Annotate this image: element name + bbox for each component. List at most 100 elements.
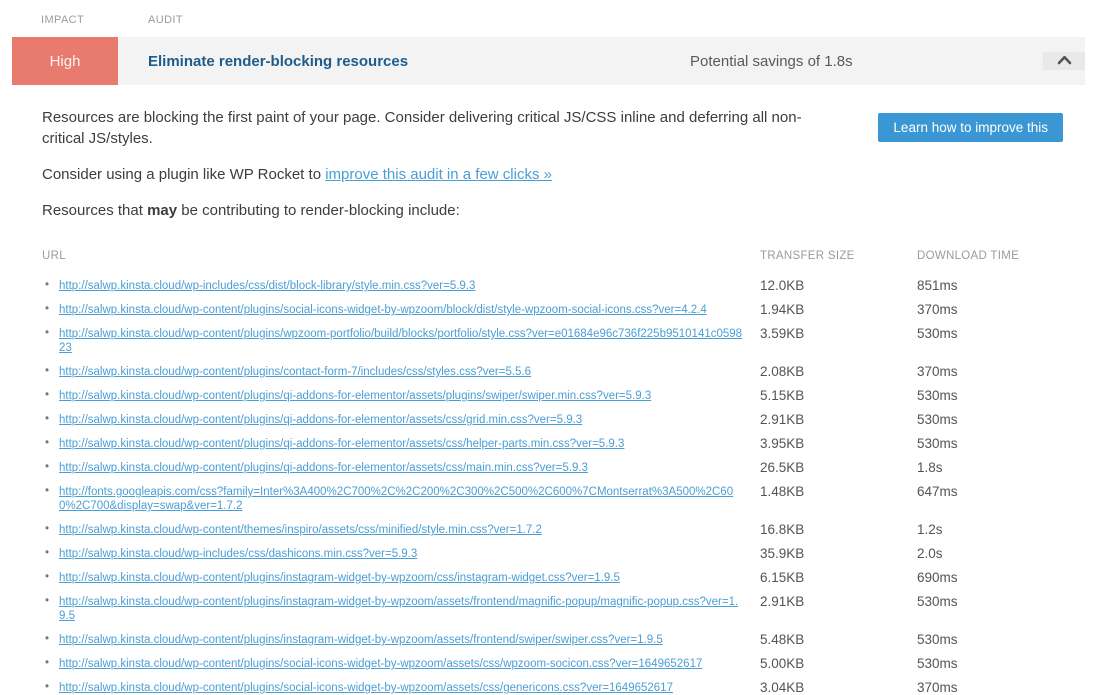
resources-intro-bold: may bbox=[147, 202, 177, 219]
resource-url-cell: http://salwp.kinsta.cloud/wp-content/plu… bbox=[42, 389, 747, 403]
resource-url-link[interactable]: http://salwp.kinsta.cloud/wp-content/plu… bbox=[59, 366, 531, 378]
impact-badge: High bbox=[12, 37, 118, 85]
resource-url-cell: http://salwp.kinsta.cloud/wp-content/plu… bbox=[42, 657, 747, 671]
table-row: http://salwp.kinsta.cloud/wp-content/plu… bbox=[42, 389, 1085, 403]
transfer-size-value: 5.48KB bbox=[760, 633, 917, 647]
resource-url-link[interactable]: http://salwp.kinsta.cloud/wp-content/plu… bbox=[59, 596, 738, 622]
resource-url-cell: http://salwp.kinsta.cloud/wp-content/plu… bbox=[42, 327, 747, 355]
table-row: http://salwp.kinsta.cloud/wp-content/plu… bbox=[42, 657, 1085, 671]
resource-table-body: http://salwp.kinsta.cloud/wp-includes/cs… bbox=[42, 279, 1085, 695]
table-row: http://salwp.kinsta.cloud/wp-content/plu… bbox=[42, 437, 1085, 451]
resource-url-cell: http://salwp.kinsta.cloud/wp-content/the… bbox=[42, 523, 747, 537]
resource-table-header: URL TRANSFER SIZE DOWNLOAD TIME bbox=[42, 250, 1085, 262]
table-row: http://fonts.googleapis.com/css?family=I… bbox=[42, 485, 1085, 513]
download-time-column-header: DOWNLOAD TIME bbox=[917, 250, 1085, 262]
resource-url-cell: http://salwp.kinsta.cloud/wp-includes/cs… bbox=[42, 547, 747, 561]
learn-how-button[interactable]: Learn how to improve this bbox=[878, 113, 1063, 142]
resource-url-link[interactable]: http://salwp.kinsta.cloud/wp-content/plu… bbox=[59, 390, 651, 402]
resource-url-link[interactable]: http://salwp.kinsta.cloud/wp-includes/cs… bbox=[59, 280, 475, 292]
resource-url-cell: http://salwp.kinsta.cloud/wp-content/plu… bbox=[42, 413, 747, 427]
resource-url-link[interactable]: http://fonts.googleapis.com/css?family=I… bbox=[59, 486, 733, 512]
audit-title: Eliminate render-blocking resources bbox=[148, 53, 690, 70]
download-time-value: 370ms bbox=[917, 681, 1085, 695]
resource-url-cell: http://salwp.kinsta.cloud/wp-content/plu… bbox=[42, 461, 747, 475]
table-row: http://salwp.kinsta.cloud/wp-content/plu… bbox=[42, 327, 1085, 355]
transfer-size-value: 26.5KB bbox=[760, 461, 917, 475]
transfer-size-value: 16.8KB bbox=[760, 523, 917, 537]
table-row: http://salwp.kinsta.cloud/wp-content/plu… bbox=[42, 413, 1085, 427]
transfer-size-value: 2.91KB bbox=[760, 413, 917, 427]
download-time-value: 530ms bbox=[917, 657, 1085, 671]
table-row: http://salwp.kinsta.cloud/wp-content/plu… bbox=[42, 595, 1085, 623]
table-row: http://salwp.kinsta.cloud/wp-content/plu… bbox=[42, 633, 1085, 647]
table-row: http://salwp.kinsta.cloud/wp-content/plu… bbox=[42, 303, 1085, 317]
transfer-size-value: 5.15KB bbox=[760, 389, 917, 403]
transfer-size-value: 1.48KB bbox=[760, 485, 917, 499]
impact-column-header: IMPACT bbox=[41, 14, 148, 26]
download-time-value: 647ms bbox=[917, 485, 1085, 499]
transfer-size-value: 3.59KB bbox=[760, 327, 917, 341]
transfer-size-value: 2.91KB bbox=[760, 595, 917, 609]
resource-url-link[interactable]: http://salwp.kinsta.cloud/wp-includes/cs… bbox=[59, 548, 417, 560]
download-time-value: 530ms bbox=[917, 437, 1085, 451]
audit-panel: IMPACT AUDIT High Eliminate render-block… bbox=[0, 0, 1100, 695]
resource-url-cell: http://salwp.kinsta.cloud/wp-content/plu… bbox=[42, 633, 747, 647]
resource-url-link[interactable]: http://salwp.kinsta.cloud/wp-content/the… bbox=[59, 524, 542, 536]
resource-url-link[interactable]: http://salwp.kinsta.cloud/wp-content/plu… bbox=[59, 414, 582, 426]
download-time-value: 370ms bbox=[917, 365, 1085, 379]
resources-intro: Resources that may be contributing to re… bbox=[42, 200, 1085, 221]
resource-url-cell: http://salwp.kinsta.cloud/wp-includes/cs… bbox=[42, 279, 747, 293]
potential-savings-label: Potential savings of 1.8s bbox=[690, 53, 853, 70]
download-time-value: 370ms bbox=[917, 303, 1085, 317]
resource-url-link[interactable]: http://salwp.kinsta.cloud/wp-content/plu… bbox=[59, 682, 673, 694]
resource-url-cell: http://salwp.kinsta.cloud/wp-content/plu… bbox=[42, 437, 747, 451]
audit-row-body: Eliminate render-blocking resources Pote… bbox=[118, 37, 1085, 85]
resource-url-cell: http://salwp.kinsta.cloud/wp-content/plu… bbox=[42, 303, 747, 317]
transfer-size-value: 3.95KB bbox=[760, 437, 917, 451]
table-row: http://salwp.kinsta.cloud/wp-includes/cs… bbox=[42, 547, 1085, 561]
transfer-size-value: 2.08KB bbox=[760, 365, 917, 379]
table-row: http://salwp.kinsta.cloud/wp-content/plu… bbox=[42, 571, 1085, 585]
transfer-size-value: 3.04KB bbox=[760, 681, 917, 695]
transfer-size-value: 12.0KB bbox=[760, 279, 917, 293]
resource-url-link[interactable]: http://salwp.kinsta.cloud/wp-content/plu… bbox=[59, 572, 620, 584]
chevron-up-icon bbox=[1057, 52, 1072, 70]
resource-url-link[interactable]: http://salwp.kinsta.cloud/wp-content/plu… bbox=[59, 438, 624, 450]
download-time-value: 1.8s bbox=[917, 461, 1085, 475]
table-row: http://salwp.kinsta.cloud/wp-content/plu… bbox=[42, 681, 1085, 695]
transfer-size-value: 1.94KB bbox=[760, 303, 917, 317]
table-row: http://salwp.kinsta.cloud/wp-includes/cs… bbox=[42, 279, 1085, 293]
transfer-size-value: 6.15KB bbox=[760, 571, 917, 585]
audit-column-header: AUDIT bbox=[148, 14, 183, 26]
transfer-size-value: 5.00KB bbox=[760, 657, 917, 671]
improve-audit-link[interactable]: improve this audit in a few clicks » bbox=[325, 166, 552, 183]
resource-url-link[interactable]: http://salwp.kinsta.cloud/wp-content/plu… bbox=[59, 462, 588, 474]
resource-url-cell: http://salwp.kinsta.cloud/wp-content/plu… bbox=[42, 365, 747, 379]
audit-description: Resources are blocking the first paint o… bbox=[42, 107, 834, 149]
download-time-value: 2.0s bbox=[917, 547, 1085, 561]
resource-url-cell: http://salwp.kinsta.cloud/wp-content/plu… bbox=[42, 681, 747, 695]
url-column-header: URL bbox=[42, 250, 760, 262]
resource-url-link[interactable]: http://salwp.kinsta.cloud/wp-content/plu… bbox=[59, 634, 663, 646]
column-headers: IMPACT AUDIT bbox=[0, 0, 1100, 26]
table-row: http://salwp.kinsta.cloud/wp-content/the… bbox=[42, 523, 1085, 537]
table-row: http://salwp.kinsta.cloud/wp-content/plu… bbox=[42, 365, 1085, 379]
resources-intro-start: Resources that bbox=[42, 202, 147, 219]
download-time-value: 530ms bbox=[917, 413, 1085, 427]
download-time-value: 530ms bbox=[917, 633, 1085, 647]
resource-table: URL TRANSFER SIZE DOWNLOAD TIME http://s… bbox=[42, 250, 1085, 695]
resource-url-link[interactable]: http://salwp.kinsta.cloud/wp-content/plu… bbox=[59, 658, 702, 670]
download-time-value: 530ms bbox=[917, 327, 1085, 341]
resource-url-link[interactable]: http://salwp.kinsta.cloud/wp-content/plu… bbox=[59, 304, 707, 316]
download-time-value: 530ms bbox=[917, 595, 1085, 609]
resource-url-link[interactable]: http://salwp.kinsta.cloud/wp-content/plu… bbox=[59, 328, 742, 354]
plugin-suggestion: Consider using a plugin like WP Rocket t… bbox=[42, 164, 1085, 185]
download-time-value: 851ms bbox=[917, 279, 1085, 293]
collapse-button[interactable] bbox=[1043, 52, 1085, 70]
audit-details: Resources are blocking the first paint o… bbox=[0, 85, 1100, 695]
plugin-suggestion-text: Consider using a plugin like WP Rocket t… bbox=[42, 166, 325, 183]
transfer-size-column-header: TRANSFER SIZE bbox=[760, 250, 917, 262]
audit-summary-row[interactable]: High Eliminate render-blocking resources… bbox=[12, 37, 1085, 85]
transfer-size-value: 35.9KB bbox=[760, 547, 917, 561]
resource-url-cell: http://fonts.googleapis.com/css?family=I… bbox=[42, 485, 747, 513]
